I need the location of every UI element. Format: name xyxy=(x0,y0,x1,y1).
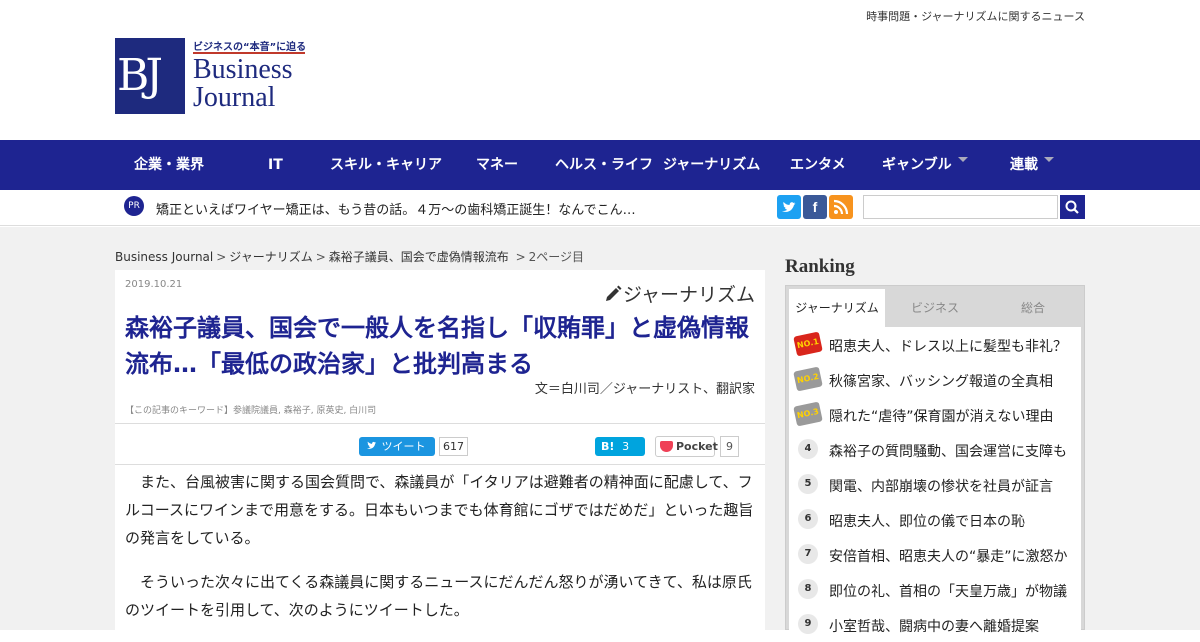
article-paragraph: そういった次々に出てくる森議員に関するニュースにだんだん怒りが湧いてきて、私は原… xyxy=(125,573,752,619)
logo-tag: ビジネスの“本音”に迫る xyxy=(193,42,307,53)
ranking-item-title: 昭恵夫人、ドレス以上に髪型も非礼？ xyxy=(829,339,1067,355)
article: 2019.10.21 ジャーナリズム 森裕子議員、国会で一般人を名指し「収賄罪」… xyxy=(115,270,765,630)
breadcrumb-category[interactable]: ジャーナリズム xyxy=(229,250,312,264)
rank-badge: 7 xyxy=(798,544,818,564)
ranking-item[interactable]: 7 安倍首相、昭恵夫人の“暴走”に激怒か xyxy=(789,537,1081,572)
facebook-icon[interactable]: f xyxy=(803,195,827,219)
nav-item-series[interactable]: 連載 xyxy=(1010,140,1054,190)
breadcrumb-page: 2ページ目 xyxy=(528,250,585,264)
hatena-count: 3 xyxy=(622,440,630,453)
ranking-item[interactable]: NO.2 秋篠宮家、バッシング報道の全真相 xyxy=(789,362,1081,397)
site-tagline: 時事問題・ジャーナリズムに関するニュース xyxy=(866,10,1085,23)
rank-badge: 8 xyxy=(798,579,818,599)
ranking-item-title: 関電、内部崩壊の惨状を社員が証言 xyxy=(829,479,1053,495)
chevron-down-icon xyxy=(957,156,968,162)
ranking-title: Ranking xyxy=(785,256,855,277)
main-nav: 企業・業界 IT スキル・キャリア マネー ヘルス・ライフ ジャーナリズム エン… xyxy=(0,140,1200,190)
nav-item-business[interactable]: 企業・業界 xyxy=(134,140,204,190)
ranking-item-title: 昭恵夫人、即位の儀で日本の恥 xyxy=(829,514,1025,530)
article-category[interactable]: ジャーナリズム xyxy=(603,280,755,307)
rank-badge: 5 xyxy=(798,474,818,494)
tab-journalism[interactable]: ジャーナリズム xyxy=(789,289,885,327)
nav-item-skill-career[interactable]: スキル・キャリア xyxy=(330,140,442,190)
ranking-item-title: 安倍首相、昭恵夫人の“暴走”に激怒か xyxy=(829,549,1068,565)
nav-item-health-life[interactable]: ヘルス・ライフ xyxy=(555,140,653,190)
chevron-down-icon xyxy=(1044,156,1054,162)
pocket-count: 9 xyxy=(720,436,739,457)
site-header: 時事問題・ジャーナリズムに関するニュース BJ ビジネスの“本音”に迫る Bus… xyxy=(0,0,1200,140)
article-keywords: 【この記事のキーワード】参議院議員, 森裕子, 原英史, 白川司 xyxy=(125,406,377,416)
ranking-item[interactable]: 4 森裕子の質問騒動、国会運営に支障も xyxy=(789,432,1081,467)
search-icon xyxy=(1065,200,1079,214)
ranking-item[interactable]: NO.1 昭恵夫人、ドレス以上に髪型も非礼？ xyxy=(789,327,1081,362)
nav-item-journalism[interactable]: ジャーナリズム xyxy=(663,140,760,190)
ranking-box: ジャーナリズム ビジネス 総合 NO.1 昭恵夫人、ドレス以上に髪型も非礼？ NO… xyxy=(785,285,1085,635)
article-date: 2019.10.21 xyxy=(125,279,183,290)
ranking-item-title: 秋篠宮家、バッシング報道の全真相 xyxy=(829,374,1053,390)
hatena-bookmark-button[interactable]: B! 3 xyxy=(595,437,645,456)
share-bar: ツイート 617 B! 3 Pocket 9 xyxy=(115,423,765,465)
search-button[interactable] xyxy=(1060,195,1085,219)
ranking-item-title: 小室哲哉、闘病中の妻へ離婚提案 xyxy=(829,619,1039,635)
logo-name-line1: Business xyxy=(193,54,293,85)
rank-badge: 6 xyxy=(798,509,818,529)
ranking-item[interactable]: NO.3 隠れた“虐待”保育園が消えない理由 xyxy=(789,397,1081,432)
article-author: 文＝白川司／ジャーナリスト、翻訳家 xyxy=(534,382,755,397)
ranking-item-title: 森裕子の質問騒動、国会運営に支障も xyxy=(829,444,1067,460)
breadcrumb-home[interactable]: Business Journal xyxy=(115,250,213,264)
logo-mark: BJ xyxy=(115,38,185,114)
logo-name-line2: Journal xyxy=(193,82,276,113)
pr-badge: PR xyxy=(124,196,144,216)
rank-badge: NO.2 xyxy=(793,366,823,392)
breadcrumb: Business Journal > ジャーナリズム > 森裕子議員、国会で虚偽情報流布… xyxy=(115,250,585,264)
tab-overall[interactable]: 総合 xyxy=(985,289,1081,327)
rank-badge: NO.3 xyxy=(793,401,823,427)
nav-item-gamble[interactable]: ギャンブル xyxy=(882,140,968,190)
search-input[interactable] xyxy=(863,195,1058,219)
rank-badge: 9 xyxy=(798,614,818,634)
nav-item-it[interactable]: IT xyxy=(268,140,283,190)
rank-badge: NO.1 xyxy=(793,331,823,357)
rss-icon[interactable] xyxy=(829,195,853,219)
article-paragraph: また、台風被害に関する国会質問で、森議員が「イタリアは避難者の精神面に配慮して、… xyxy=(125,473,754,547)
rank-badge: 4 xyxy=(798,439,818,459)
ranking-item[interactable]: 8 即位の礼、首相の「天皇万歳」が物議 xyxy=(789,572,1081,607)
tweet-count: 617 xyxy=(439,437,468,456)
nav-item-money[interactable]: マネー xyxy=(476,140,518,190)
ranking-list: NO.1 昭恵夫人、ドレス以上に髪型も非礼？ NO.2 秋篠宮家、バッシング報道の全… xyxy=(789,327,1081,635)
nav-item-entame[interactable]: エンタメ xyxy=(790,140,846,190)
breadcrumb-article[interactable]: 森裕子議員、国会で虚偽情報流布 xyxy=(329,250,509,264)
tweet-button[interactable]: ツイート xyxy=(359,437,435,456)
ranking-item[interactable]: 6 昭恵夫人、即位の儀で日本の恥 xyxy=(789,502,1081,537)
sub-bar: PR 矯正といえばワイヤー矯正は、もう昔の話。４万～の歯科矯正誕生！なんでこん…… xyxy=(0,190,1200,226)
twitter-icon xyxy=(366,441,377,449)
site-logo[interactable]: BJ ビジネスの“本音”に迫る Business Journal xyxy=(115,38,307,116)
article-title: 森裕子議員、国会で一般人を名指し「収賄罪」と虚偽情報流布…「最低の政治家」と批判… xyxy=(125,314,749,378)
ranking-item[interactable]: 9 小室哲哉、闘病中の妻へ離婚提案 xyxy=(789,607,1081,642)
promo-link[interactable]: 矯正といえばワイヤー矯正は、もう昔の話。４万～の歯科矯正誕生！なんでこん… xyxy=(156,199,636,218)
pencil-icon xyxy=(605,285,622,301)
pocket-button[interactable]: Pocket xyxy=(655,436,718,457)
ranking-item-title: 隠れた“虐待”保育園が消えない理由 xyxy=(829,409,1054,425)
tab-business[interactable]: ビジネス xyxy=(887,289,983,327)
ranking-item-title: 即位の礼、首相の「天皇万歳」が物議 xyxy=(829,584,1067,600)
ranking-item[interactable]: 5 関電、内部崩壊の惨状を社員が証言 xyxy=(789,467,1081,502)
twitter-icon[interactable] xyxy=(777,195,801,219)
article-body: また、台風被害に関する国会質問で、森議員が「イタリアは避難者の精神面に配慮して、… xyxy=(125,468,755,640)
pocket-icon xyxy=(660,440,673,452)
